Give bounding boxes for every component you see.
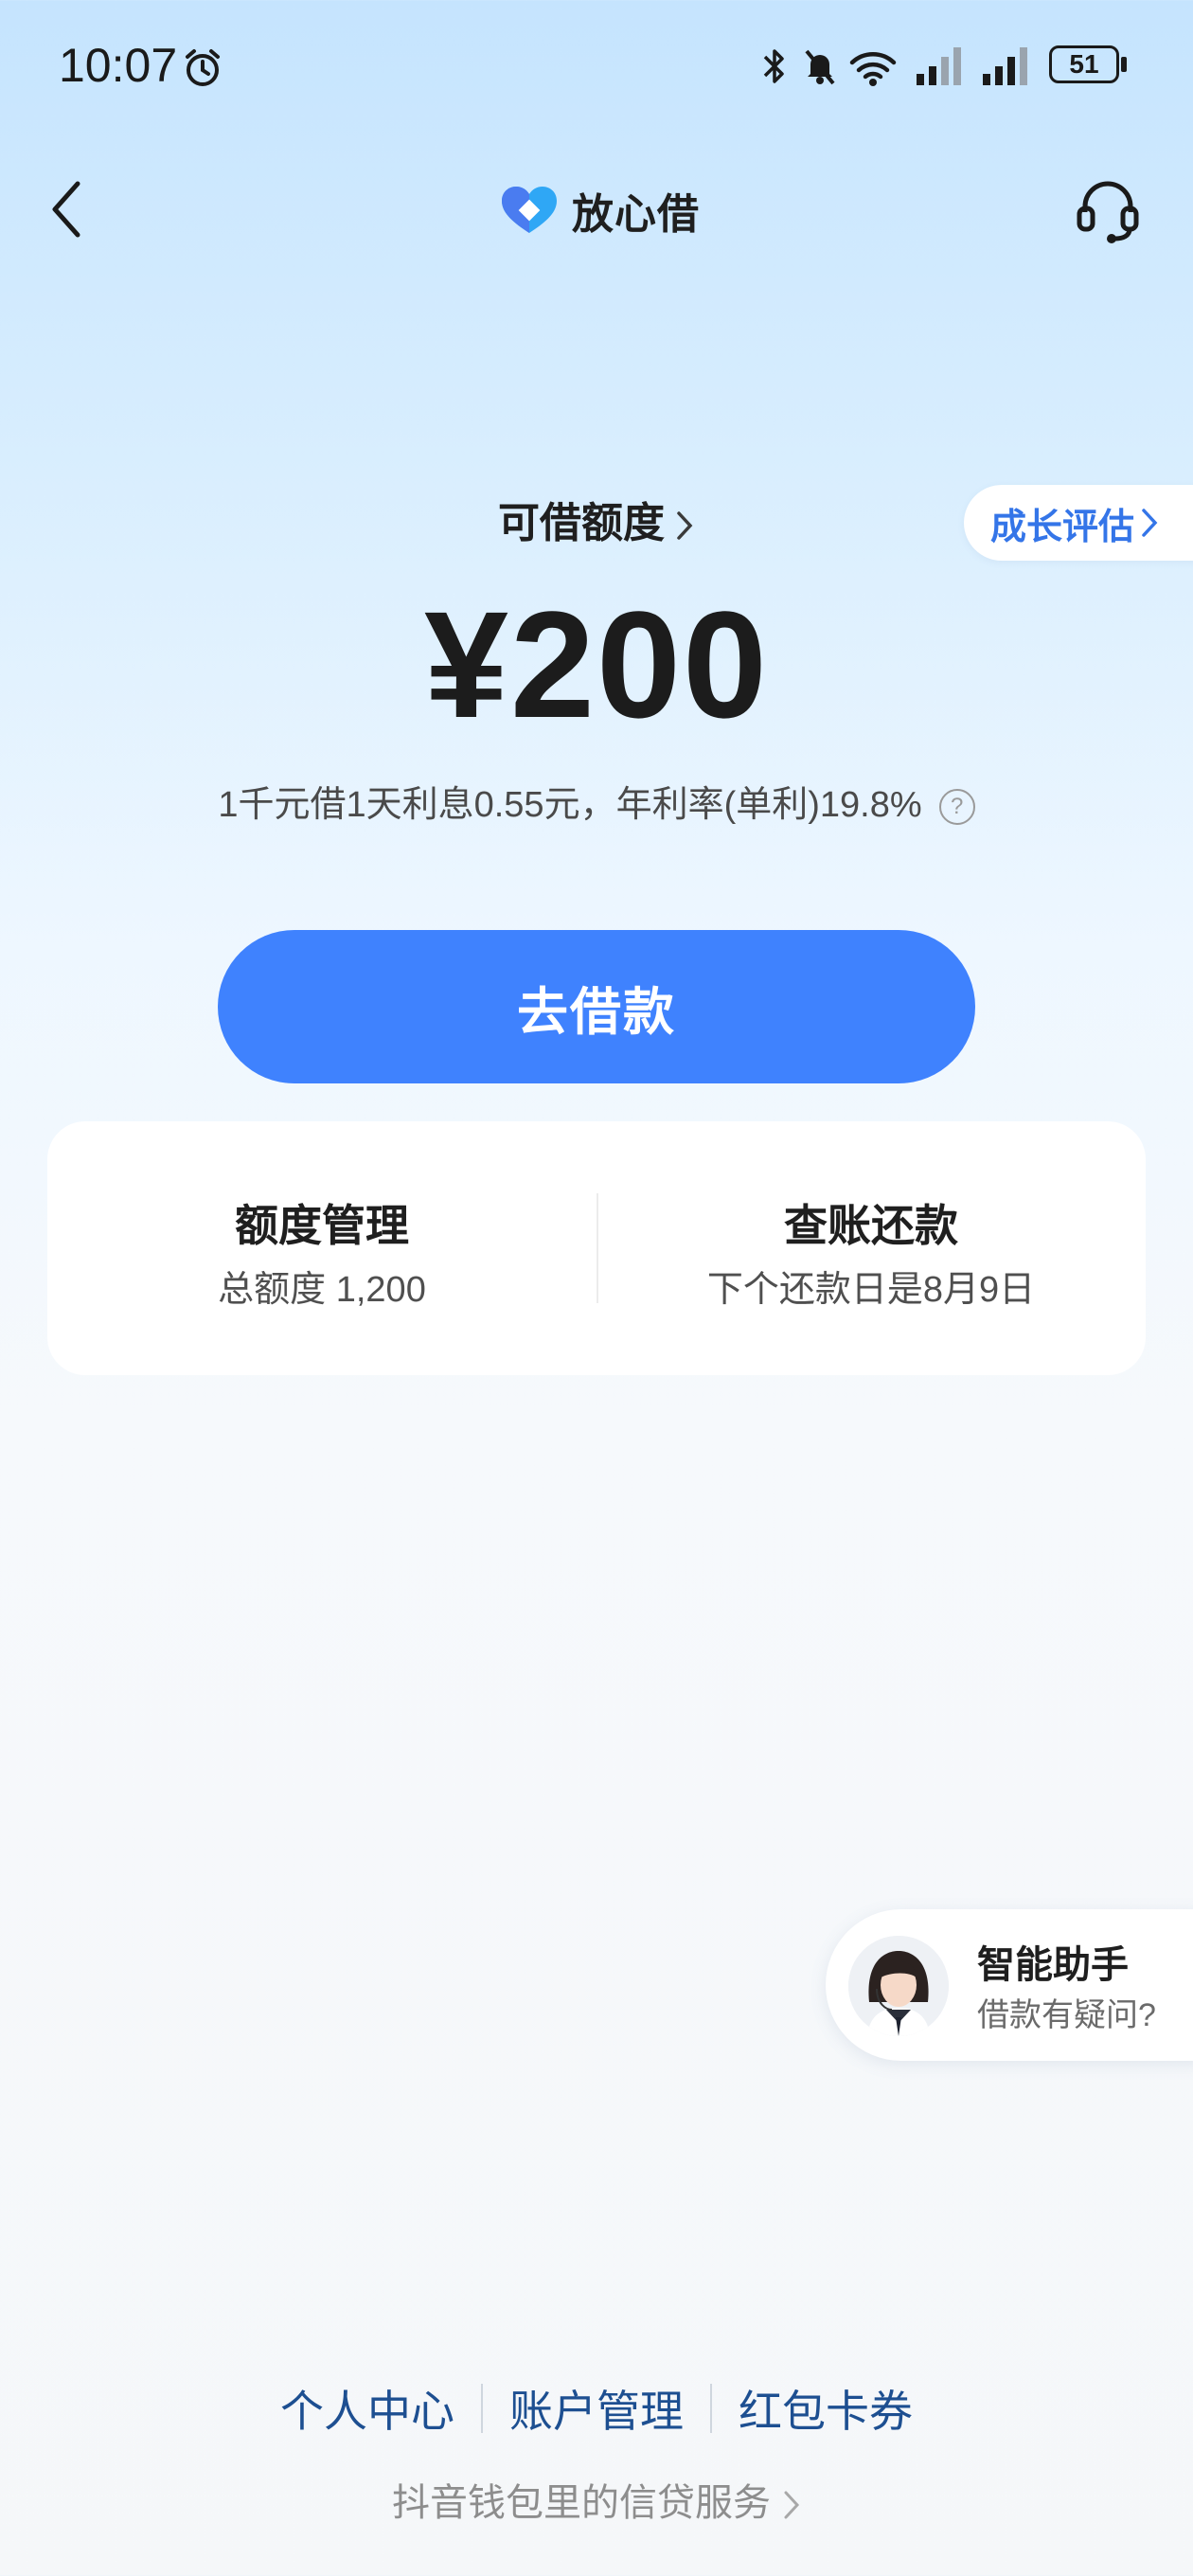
available-credit-link[interactable]: 可借额度 <box>0 489 1193 549</box>
heart-logo-icon <box>502 187 557 233</box>
credit-amount: ¥200 <box>424 580 769 749</box>
wifi-icon <box>849 52 897 86</box>
available-credit-label: 可借额度 <box>498 500 665 546</box>
account-management-link[interactable]: 账户管理 <box>483 2377 710 2440</box>
total-credit-text: 总额度 1,200 <box>218 1270 426 1310</box>
help-icon[interactable]: ? <box>938 788 975 825</box>
status-bar: 10:07 51 <box>0 0 1193 133</box>
assistant-title: 智能助手 <box>977 1944 1129 1986</box>
assistant-avatar <box>848 1936 949 2036</box>
battery-level: 51 <box>1069 49 1099 79</box>
status-time: 10:07 <box>59 39 178 92</box>
bill-repayment-item[interactable]: 查账还款 下个还款日是8月9日 <box>596 1121 1146 1375</box>
next-repayment-text: 下个还款日是8月9日 <box>706 1270 1036 1310</box>
chevron-right-icon <box>784 2491 800 2519</box>
borrow-button[interactable]: 去借款 <box>218 930 975 1083</box>
footer-links: 个人中心 账户管理 红包卡券 <box>0 2377 1193 2440</box>
assistant-subtitle: 借款有疑问? <box>977 1997 1156 2033</box>
bluetooth-icon <box>763 49 784 83</box>
signal-1-icon <box>917 47 961 85</box>
interest-rate-info: 1千元借1天利息0.55元，年利率(单利)19.8%? <box>0 775 1193 827</box>
brand: 放心借 <box>498 180 700 241</box>
back-arrow-icon[interactable] <box>47 176 85 242</box>
bill-repayment-title: 查账还款 <box>784 1201 958 1250</box>
interest-rate-text: 1千元借1天利息0.55元，年利率(单利)19.8% <box>218 785 922 825</box>
coupons-link[interactable]: 红包卡券 <box>712 2377 939 2440</box>
wallet-credit-service-label: 抖音钱包里的信贷服务 <box>392 2482 771 2524</box>
battery-indicator: 51 <box>1049 45 1127 87</box>
credit-management-title: 额度管理 <box>235 1201 409 1250</box>
signal-2-icon <box>983 47 1027 85</box>
brand-name: 放心借 <box>572 191 700 238</box>
customer-service-icon[interactable] <box>1074 176 1142 244</box>
mute-bell-icon <box>805 49 835 85</box>
personal-center-link[interactable]: 个人中心 <box>254 2377 481 2440</box>
credit-management-item[interactable]: 额度管理 总额度 1,200 <box>47 1121 596 1375</box>
wallet-credit-service-link[interactable]: 抖音钱包里的信贷服务 <box>0 2472 1193 2527</box>
alarm-icon <box>186 49 220 86</box>
quick-actions-card: 额度管理 总额度 1,200 查账还款 下个还款日是8月9日 <box>47 1121 1146 1375</box>
chevron-right-icon <box>677 511 693 541</box>
smart-assistant-widget[interactable]: 智能助手 借款有疑问? <box>826 1909 1193 2061</box>
